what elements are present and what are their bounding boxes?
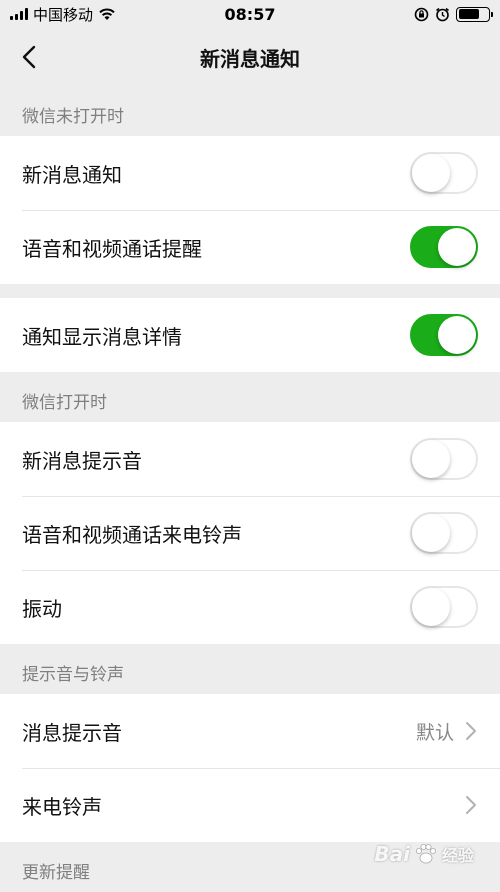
row-label: 通知显示消息详情 bbox=[22, 324, 182, 349]
row-label: 语音和视频通话来电铃声 bbox=[22, 522, 242, 547]
wifi-icon bbox=[99, 8, 115, 20]
battery-icon bbox=[456, 6, 493, 22]
status-bar: 中国移动 08:57 bbox=[0, 0, 500, 28]
voice-video-call-reminder-toggle[interactable] bbox=[410, 226, 478, 268]
signal-icon bbox=[10, 8, 28, 20]
group-wechat-closed: 新消息通知 语音和视频通话提醒 bbox=[0, 136, 500, 284]
voice-video-ringtone-toggle[interactable] bbox=[410, 512, 478, 554]
group-details: 通知显示消息详情 bbox=[0, 298, 500, 372]
row-label: 消息提示音 bbox=[22, 720, 122, 745]
watermark-text: Bai bbox=[374, 842, 410, 866]
status-time: 08:57 bbox=[224, 4, 276, 24]
show-message-details-toggle[interactable] bbox=[410, 314, 478, 356]
nav-bar: 新消息通知 bbox=[0, 28, 500, 86]
row-label: 振动 bbox=[22, 596, 62, 621]
status-left: 中国移动 bbox=[10, 4, 116, 25]
row-vibrate: 振动 bbox=[0, 570, 500, 644]
section-header-wechat-closed: 微信未打开时 bbox=[22, 106, 124, 127]
row-right bbox=[464, 794, 478, 816]
section-header-sounds: 提示音与铃声 bbox=[22, 664, 124, 685]
row-message-sound[interactable]: 消息提示音 默认 bbox=[0, 694, 500, 768]
chevron-right-icon bbox=[466, 722, 476, 740]
row-label: 语音和视频通话提醒 bbox=[22, 236, 202, 261]
message-sound-value: 默认 bbox=[415, 721, 454, 744]
row-label: 新消息通知 bbox=[22, 162, 122, 187]
row-voice-video-call-reminder: 语音和视频通话提醒 bbox=[0, 210, 500, 284]
new-message-sound-toggle[interactable] bbox=[410, 438, 478, 480]
baidu-watermark: Bai 经验 bbox=[374, 841, 474, 867]
section-header-wechat-open: 微信打开时 bbox=[22, 392, 107, 413]
row-new-message-notification: 新消息通知 bbox=[0, 136, 500, 210]
watermark-suffix: 经验 bbox=[441, 846, 474, 865]
row-label: 来电铃声 bbox=[22, 794, 102, 819]
group-sounds: 消息提示音 默认 来电铃声 bbox=[0, 694, 500, 842]
row-show-message-details: 通知显示消息详情 bbox=[0, 298, 500, 372]
alarm-icon bbox=[436, 7, 449, 21]
status-right bbox=[414, 6, 493, 22]
row-call-ringtone[interactable]: 来电铃声 bbox=[0, 768, 500, 842]
carrier-name: 中国移动 bbox=[33, 5, 94, 24]
chevron-right-icon bbox=[466, 796, 476, 814]
paw-icon bbox=[415, 844, 436, 864]
back-arrow-icon[interactable] bbox=[18, 44, 44, 70]
row-label: 新消息提示音 bbox=[22, 448, 142, 473]
row-new-message-sound: 新消息提示音 bbox=[0, 422, 500, 496]
rotation-lock-icon bbox=[414, 7, 429, 21]
page-title: 新消息通知 bbox=[200, 46, 300, 71]
vibrate-toggle[interactable] bbox=[410, 586, 478, 628]
group-wechat-open: 新消息提示音 语音和视频通话来电铃声 振动 bbox=[0, 422, 500, 644]
new-message-notification-toggle[interactable] bbox=[410, 152, 478, 194]
row-right: 默认 bbox=[416, 718, 478, 745]
row-voice-video-ringtone: 语音和视频通话来电铃声 bbox=[0, 496, 500, 570]
